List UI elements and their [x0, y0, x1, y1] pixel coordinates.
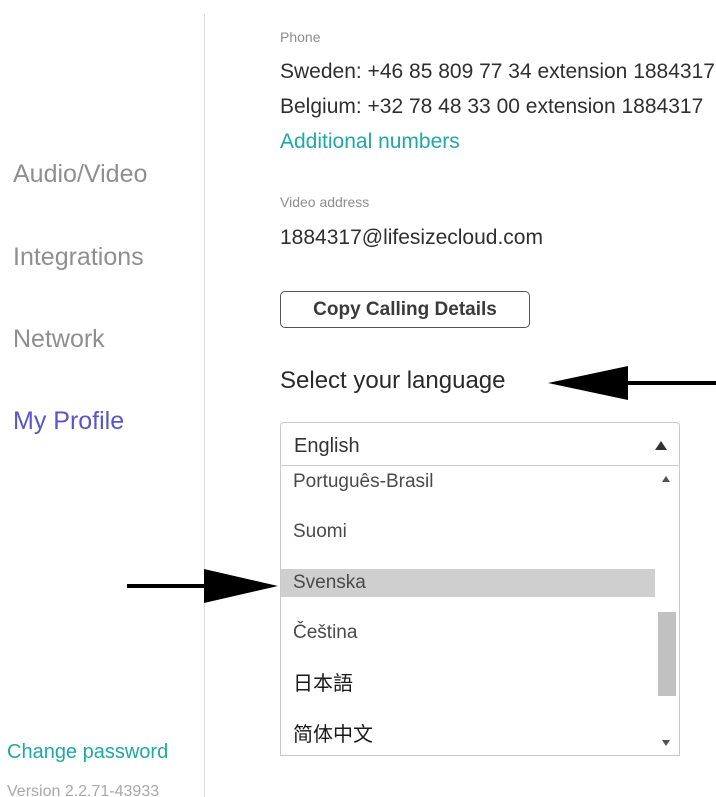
scroll-up-arrow-icon[interactable]: [662, 476, 670, 482]
annotation-arrow-left-icon: [548, 366, 716, 400]
copy-calling-details-button[interactable]: Copy Calling Details: [280, 291, 530, 328]
language-select-value: English: [294, 435, 360, 457]
sidebar-item-integrations[interactable]: Integrations: [13, 243, 144, 272]
sidebar-divider: [204, 14, 205, 797]
scrollbar-thumb[interactable]: [658, 612, 676, 696]
dropdown-scrollbar[interactable]: [655, 466, 679, 755]
caret-up-icon: [655, 441, 667, 450]
select-language-heading: Select your language: [280, 367, 506, 394]
change-password-link[interactable]: Change password: [7, 741, 168, 764]
language-option-svenska[interactable]: Svenska: [281, 569, 656, 597]
scroll-down-arrow-icon[interactable]: [662, 740, 670, 746]
version-text: Version 2.2.71-43933: [7, 783, 160, 797]
sidebar-item-audio-video[interactable]: Audio/Video: [13, 160, 147, 189]
profile-settings-screen: Audio/Video Integrations Network My Prof…: [0, 0, 716, 797]
sidebar-item-my-profile[interactable]: My Profile: [13, 407, 124, 436]
phone-label: Phone: [280, 29, 321, 45]
video-address-label: Video address: [280, 194, 370, 210]
language-option-japanese[interactable]: 日本語: [281, 670, 656, 698]
language-option-suomi[interactable]: Suomi: [281, 518, 656, 546]
language-option-cestina[interactable]: Čeština: [281, 619, 656, 647]
video-address-value: 1884317@lifesizecloud.com: [280, 226, 543, 249]
additional-numbers-link[interactable]: Additional numbers: [280, 130, 460, 154]
language-select[interactable]: English: [280, 422, 680, 466]
annotation-arrow-right-icon: [127, 569, 278, 603]
language-option-portugues-brasil[interactable]: Português-Brasil: [281, 468, 656, 496]
language-option-simplified-chinese[interactable]: 简体中文: [281, 721, 656, 749]
sidebar-item-network[interactable]: Network: [13, 325, 105, 354]
language-dropdown-list[interactable]: Português-Brasil Suomi Svenska Čeština 日…: [280, 466, 680, 756]
phone-number-belgium: Belgium: +32 78 48 33 00 extension 18843…: [280, 95, 704, 118]
phone-number-sweden: Sweden: +46 85 809 77 34 extension 18843…: [280, 60, 715, 83]
